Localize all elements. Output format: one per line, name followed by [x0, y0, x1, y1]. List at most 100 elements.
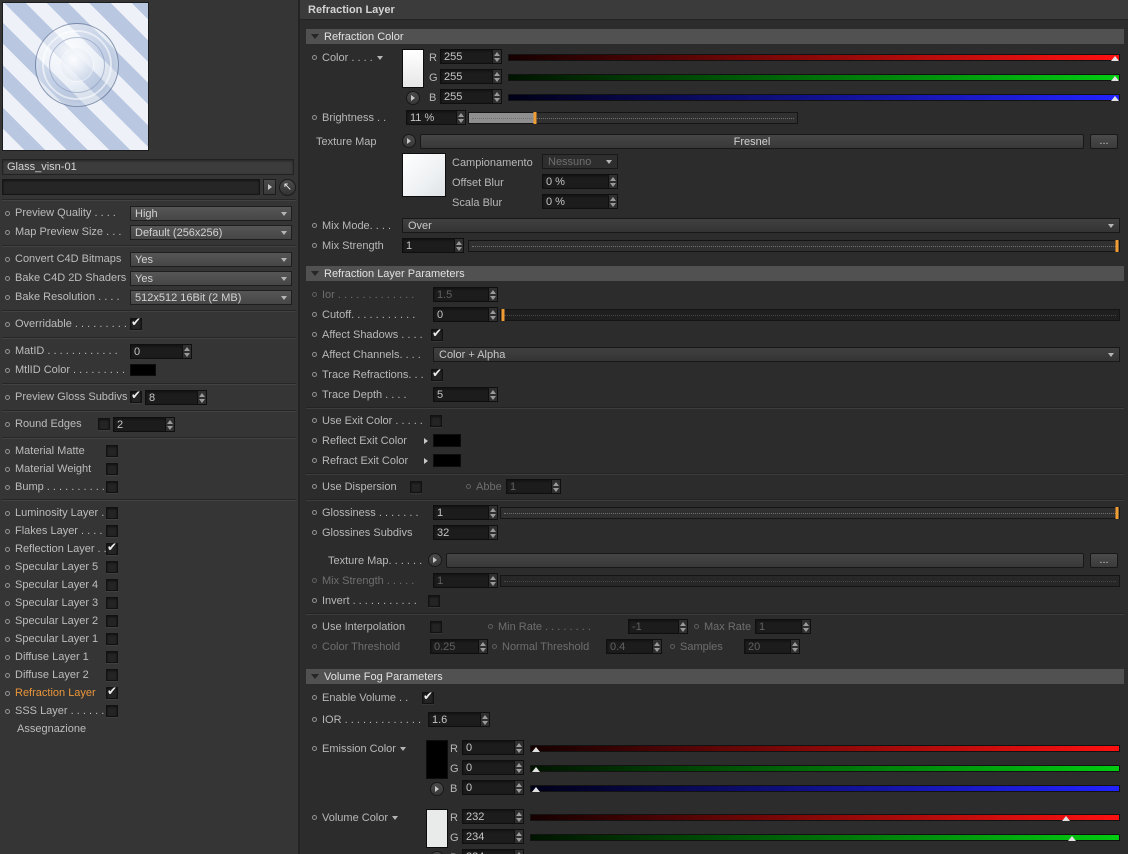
- keyframe-dot[interactable]: [5, 601, 10, 606]
- keyframe-dot[interactable]: [5, 655, 10, 660]
- mtlid-color-swatch[interactable]: [130, 364, 156, 376]
- texture-browse-button[interactable]: ...: [1090, 134, 1118, 149]
- keyframe-dot[interactable]: [5, 547, 10, 552]
- spinner-arrows-icon[interactable]: [514, 830, 523, 843]
- keyframe-dot[interactable]: [312, 458, 317, 463]
- keyframe-dot[interactable]: [312, 578, 317, 583]
- texture2-browse-button[interactable]: ...: [1090, 553, 1118, 568]
- convert-bitmaps-select[interactable]: Yes: [130, 252, 292, 267]
- keyframe-dot[interactable]: [312, 418, 317, 423]
- keyframe-dot[interactable]: [312, 484, 317, 489]
- keyframe-dot[interactable]: [694, 624, 699, 629]
- spinner-arrows-icon[interactable]: [492, 50, 501, 63]
- keyframe-dot[interactable]: [312, 438, 317, 443]
- mix-mode-select[interactable]: Over: [402, 218, 1120, 233]
- section-header-volume-fog[interactable]: Volume Fog Parameters: [306, 669, 1124, 684]
- preview-gloss-stepper[interactable]: 8: [145, 390, 207, 405]
- keyframe-dot[interactable]: [312, 223, 317, 228]
- keyframe-dot[interactable]: [312, 746, 317, 751]
- mix-strength-slider[interactable]: [468, 240, 1120, 252]
- emission-color-swatch[interactable]: [426, 740, 448, 779]
- spinner-arrows-icon[interactable]: [492, 90, 501, 103]
- normal-threshold-stepper[interactable]: 0.4: [606, 639, 662, 654]
- glossiness-stepper[interactable]: 1: [433, 505, 498, 520]
- material-preview[interactable]: [2, 2, 149, 151]
- slider-marker-icon[interactable]: [1111, 56, 1120, 61]
- spinner-arrows-icon[interactable]: [492, 70, 501, 83]
- emission-r-slider[interactable]: [530, 745, 1120, 752]
- keyframe-dot[interactable]: [5, 422, 10, 427]
- slider-marker-icon[interactable]: [1111, 76, 1120, 81]
- spinner-arrows-icon[interactable]: [488, 574, 497, 587]
- diffuse-layer1-checkbox[interactable]: [106, 651, 118, 663]
- keyframe-dot[interactable]: [670, 644, 675, 649]
- g-gradient-slider[interactable]: [508, 74, 1120, 81]
- enable-volume-checkbox[interactable]: [422, 689, 434, 704]
- slider-handle[interactable]: [1115, 240, 1119, 252]
- invert-checkbox[interactable]: [428, 595, 440, 607]
- spinner-arrows-icon[interactable]: [514, 850, 523, 854]
- volume-ior-stepper[interactable]: 1.6: [428, 712, 490, 727]
- sss-layer-checkbox[interactable]: [106, 705, 118, 717]
- b-gradient-slider[interactable]: [508, 94, 1120, 101]
- keyframe-dot[interactable]: [5, 511, 10, 516]
- brightness-stepper[interactable]: 11 %: [406, 110, 466, 125]
- slider-marker-icon[interactable]: [531, 767, 540, 772]
- material-matte-checkbox[interactable]: [106, 445, 118, 457]
- slider-handle[interactable]: [501, 309, 505, 321]
- refraction-layer-checkbox[interactable]: [106, 684, 118, 699]
- emission-g-stepper[interactable]: 0: [462, 760, 524, 775]
- section-header-parameters[interactable]: Refraction Layer Parameters: [306, 266, 1124, 281]
- spinner-arrows-icon[interactable]: [488, 506, 497, 519]
- keyframe-dot[interactable]: [312, 624, 317, 629]
- spinner-arrows-icon[interactable]: [197, 391, 206, 404]
- expand-triangle-icon[interactable]: [424, 438, 428, 444]
- texture-options-button[interactable]: [402, 134, 416, 148]
- keyframe-dot[interactable]: [312, 598, 317, 603]
- keyframe-dot[interactable]: [5, 691, 10, 696]
- ior-stepper[interactable]: 1.5: [433, 287, 498, 302]
- volume-color-swatch[interactable]: [426, 809, 448, 848]
- affect-channels-select[interactable]: Color + Alpha: [433, 347, 1120, 362]
- spinner-arrows-icon[interactable]: [454, 239, 463, 252]
- overridable-checkbox[interactable]: [130, 315, 142, 330]
- keyframe-dot[interactable]: [5, 295, 10, 300]
- round-edges-checkbox[interactable]: [98, 418, 110, 430]
- keyframe-dot[interactable]: [312, 243, 317, 248]
- slider-marker-icon[interactable]: [1062, 816, 1071, 821]
- keyframe-dot[interactable]: [5, 322, 10, 327]
- refract-exit-color-swatch[interactable]: [433, 454, 461, 467]
- expand-button[interactable]: [263, 179, 276, 195]
- volume-b-stepper[interactable]: 234: [462, 849, 524, 854]
- volume-r-stepper[interactable]: 232: [462, 809, 524, 824]
- shader-thumbnail[interactable]: [402, 153, 446, 197]
- r-value-stepper[interactable]: 255: [440, 49, 502, 64]
- slider-handle[interactable]: [1115, 507, 1119, 519]
- keyframe-dot[interactable]: [312, 372, 317, 377]
- spinner-arrows-icon[interactable]: [488, 288, 497, 301]
- use-interpolation-checkbox[interactable]: [430, 621, 442, 633]
- keyframe-dot[interactable]: [312, 510, 317, 515]
- offset-blur-stepper[interactable]: 0 %: [542, 174, 618, 189]
- keyframe-dot[interactable]: [312, 644, 317, 649]
- keyframe-dot[interactable]: [5, 276, 10, 281]
- spinner-arrows-icon[interactable]: [488, 308, 497, 321]
- keyframe-dot[interactable]: [5, 467, 10, 472]
- keyframe-dot[interactable]: [5, 529, 10, 534]
- keyframe-dot[interactable]: [5, 637, 10, 642]
- keyframe-dot[interactable]: [5, 368, 10, 373]
- glossiness-slider[interactable]: [500, 507, 1120, 519]
- cutoff-slider[interactable]: [500, 309, 1120, 321]
- luminosity-layer-checkbox[interactable]: [106, 507, 118, 519]
- material-weight-checkbox[interactable]: [106, 463, 118, 475]
- keyframe-dot[interactable]: [312, 55, 317, 60]
- keyframe-dot[interactable]: [312, 292, 317, 297]
- spinner-arrows-icon[interactable]: [488, 526, 497, 539]
- spinner-arrows-icon[interactable]: [514, 781, 523, 794]
- color-threshold-stepper[interactable]: 0.25: [430, 639, 488, 654]
- keyframe-dot[interactable]: [312, 352, 317, 357]
- keyframe-dot[interactable]: [312, 392, 317, 397]
- pick-object-button[interactable]: ↖: [279, 179, 296, 196]
- specular-layer1-checkbox[interactable]: [106, 633, 118, 645]
- keyframe-dot[interactable]: [5, 449, 10, 454]
